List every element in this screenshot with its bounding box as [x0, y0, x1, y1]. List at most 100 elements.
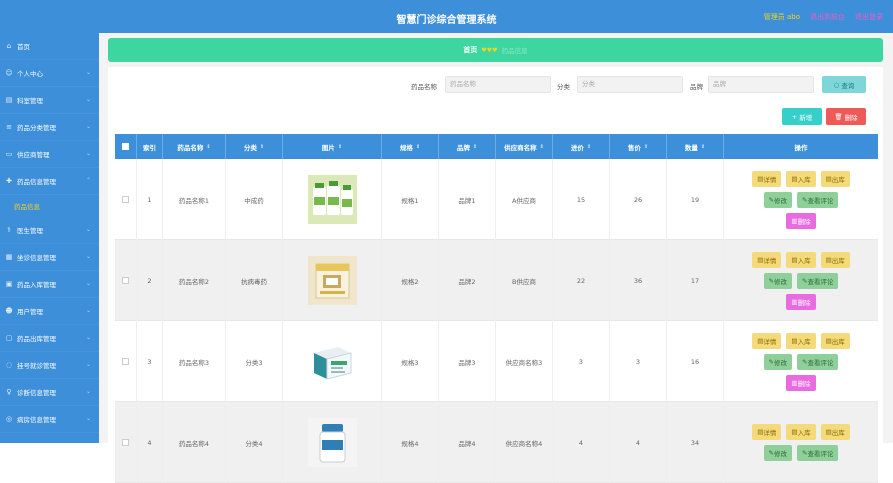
logout-link[interactable]: 退出登录	[855, 12, 883, 22]
sort-icon[interactable]: ⇕	[701, 144, 705, 150]
edit-button[interactable]: ✎ 修改	[763, 191, 792, 208]
delete-button[interactable]: 🗑 删除	[826, 108, 866, 125]
sidebar-item-doctor[interactable]: ⚕ 医生管理 ⌄	[0, 217, 99, 244]
sort-icon[interactable]: ⇕	[644, 144, 648, 150]
brand-input[interactable]: 品牌	[708, 76, 814, 93]
col-category[interactable]: 分类 ⇕	[226, 134, 283, 159]
col-name[interactable]: 药品名称 ⇕	[163, 134, 226, 159]
building-icon: ▤	[5, 96, 13, 104]
col-ops-label: 操作	[794, 143, 808, 152]
review-button[interactable]: ✎ 查看评论	[797, 272, 839, 289]
stock-in-button[interactable]: ▤ 入库	[786, 170, 816, 187]
cell-image	[283, 321, 382, 402]
category-input[interactable]: 分类	[577, 76, 683, 93]
sidebar-item-drug-info[interactable]: ✚ 药品信息管理 ⌃	[0, 168, 99, 195]
sidebar-item-supplier[interactable]: ▭ 供应商管理 ⌄	[0, 141, 99, 168]
sidebar-item-ward[interactable]: ◎ 病房信息管理 ⌄	[0, 406, 99, 433]
cell-image	[283, 240, 382, 321]
row-delete-button[interactable]: ▥ 删除	[786, 212, 816, 229]
select-all-cell	[115, 134, 137, 159]
edit-button[interactable]: ✎ 修改	[763, 353, 792, 370]
sidebar-item-department[interactable]: ▤ 科室管理 ⌄	[0, 87, 99, 114]
select-all-checkbox[interactable]	[122, 143, 129, 150]
stock-in-button[interactable]: ▤ 入库	[786, 424, 816, 440]
pill-icon: ✚	[6, 177, 12, 185]
row-delete-button[interactable]: ▥ 删除	[786, 293, 816, 310]
row-select-cell	[115, 159, 137, 240]
sidebar-item-home[interactable]: ⌂ 首页	[0, 33, 99, 60]
chevron-down-icon: ⌄	[85, 388, 91, 395]
cell-name: 药品名称2	[163, 240, 226, 321]
sidebar-item-drug-category[interactable]: ≡ 药品分类管理 ⌄	[0, 114, 99, 141]
sort-icon[interactable]: ⇕	[540, 144, 544, 150]
breadcrumb-home[interactable]: 首页	[463, 45, 477, 55]
sidebar-item-drug-out[interactable]: ▢ 药品出库管理 ⌄	[0, 325, 99, 352]
sidebar-item-label: 药品信息管理	[17, 178, 56, 186]
review-button[interactable]: ✎ 查看评论	[797, 445, 839, 461]
chevron-down-icon: ⌄	[85, 123, 91, 130]
col-spec[interactable]: 规格 ⇕	[382, 134, 439, 159]
sidebar-item-label: 用户管理	[17, 308, 43, 316]
drug-name-label: 药品名称	[411, 83, 437, 91]
col-qty[interactable]: 数量 ⇕	[667, 134, 724, 159]
col-cost[interactable]: 进价 ⇕	[553, 134, 610, 159]
sort-icon[interactable]: ⇕	[416, 144, 420, 150]
edit-button[interactable]: ✎ 修改	[763, 445, 792, 461]
stock-in-button[interactable]: ▤ 入库	[786, 332, 816, 349]
cell-brand: 品牌2	[439, 240, 496, 321]
drug-name-input[interactable]: 药品名称	[445, 76, 551, 93]
detail-button[interactable]: ▤ 详情	[752, 251, 782, 268]
col-image[interactable]: 图片 ⇕	[283, 134, 382, 159]
plus-icon: +	[791, 112, 798, 121]
sort-icon[interactable]: ⇕	[260, 144, 264, 150]
sidebar-item-label: 病房信息管理	[17, 416, 56, 424]
row-delete-button[interactable]: ▥ 删除	[786, 374, 816, 391]
row-checkbox[interactable]	[122, 196, 129, 203]
sidebar-item-registration[interactable]: ◌ 挂号就诊管理 ⌄	[0, 352, 99, 379]
stock-out-button[interactable]: ▤ 出库	[820, 170, 850, 187]
col-brand[interactable]: 品牌 ⇕	[439, 134, 496, 159]
sidebar-item-users[interactable]: ☻ 用户管理 ⌄	[0, 298, 99, 325]
sort-icon[interactable]: ⇕	[587, 144, 591, 150]
review-button[interactable]: ✎ 查看评论	[797, 353, 839, 370]
sort-icon[interactable]: ⇕	[338, 144, 342, 150]
col-brand-label: 品牌	[456, 143, 470, 152]
sidebar-item-schedule[interactable]: ▦ 坐诊信息管理 ⌄	[0, 244, 99, 271]
cell-ops: ▤ 详情 ▤ 入库 ▤ 出库 ✎ 修改 ✎ 查看评论 ▥ 删除	[724, 159, 878, 240]
stock-in-button[interactable]: ▤ 入库	[786, 251, 816, 268]
sidebar-item-label: 药品入库管理	[17, 281, 56, 289]
detail-button[interactable]: ▤ 详情	[752, 332, 782, 349]
chevron-down-icon: ⌄	[85, 307, 91, 314]
query-button[interactable]: ○ 查询	[822, 76, 866, 93]
col-supplier[interactable]: 供应商名称 ⇕	[496, 134, 553, 159]
backend-link[interactable]: 退出到前台	[810, 12, 845, 22]
col-price[interactable]: 售价 ⇕	[610, 134, 667, 159]
sidebar-item-profile[interactable]: ☺ 个人中心 ⌄	[0, 60, 99, 87]
sidebar-item-diagnosis[interactable]: ♀ 诊断信息管理 ⌄	[0, 379, 99, 406]
row-checkbox[interactable]	[122, 358, 129, 365]
detail-button[interactable]: ▤ 详情	[752, 424, 782, 440]
stock-out-button[interactable]: ▤ 出库	[820, 332, 850, 349]
new-button-label: 新增	[799, 113, 813, 122]
detail-button[interactable]: ▤ 详情	[752, 170, 782, 187]
row-checkbox[interactable]	[122, 277, 129, 284]
row-delete-button-label: 删除	[797, 379, 811, 388]
cell-category: 抗病毒药	[226, 240, 283, 321]
cell-price: 3	[610, 321, 667, 402]
edit-button[interactable]: ✎ 修改	[763, 272, 792, 289]
new-button[interactable]: + 新增	[782, 108, 822, 125]
truck-icon: ▭	[5, 150, 13, 158]
col-price-label: 售价	[627, 143, 641, 152]
review-button[interactable]: ✎ 查看评论	[797, 191, 839, 208]
review-button-label: 查看评论	[807, 450, 834, 458]
stock-out-button[interactable]: ▤ 出库	[820, 251, 850, 268]
col-ops: 操作	[724, 134, 878, 159]
stock-out-button-label: 出库	[831, 337, 845, 346]
sort-icon[interactable]: ⇕	[473, 144, 477, 150]
inbox-icon: ▣	[5, 280, 13, 288]
stock-out-button[interactable]: ▤ 出库	[820, 424, 850, 440]
row-select-cell	[115, 321, 137, 402]
sidebar-item-drug-in[interactable]: ▣ 药品入库管理 ⌄	[0, 271, 99, 298]
sidebar-subitem-drug-info[interactable]: 药品信息	[0, 195, 99, 217]
sort-icon[interactable]: ⇕	[206, 144, 210, 150]
